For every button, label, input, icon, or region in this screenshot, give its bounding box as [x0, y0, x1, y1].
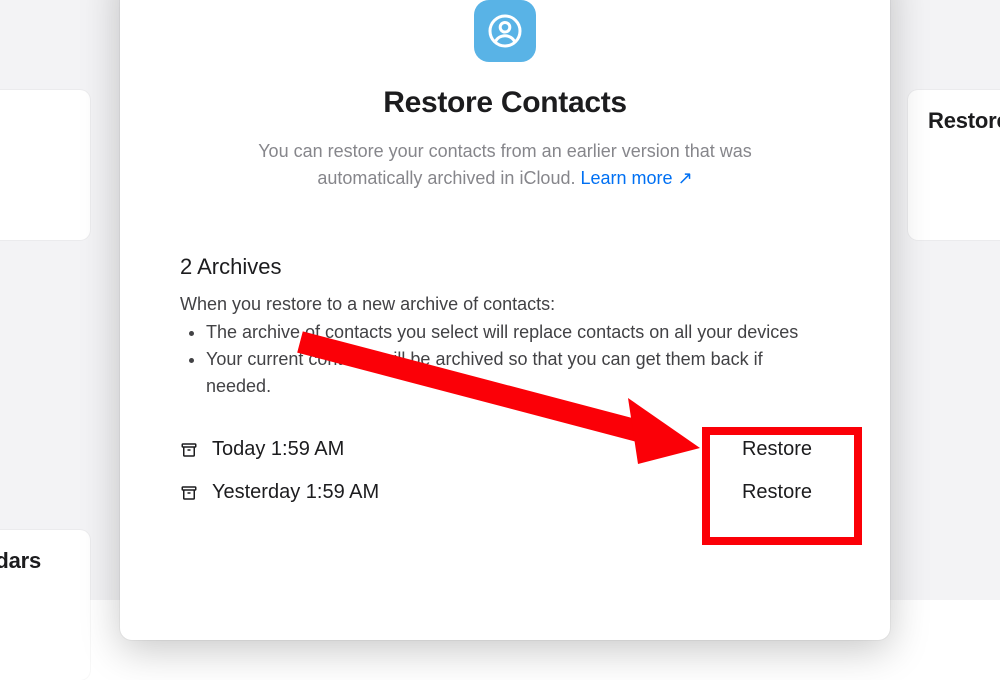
archive-timestamp: Yesterday 1:59 AM	[212, 481, 379, 504]
archives-notes-list: The archive of contacts you select will …	[180, 319, 830, 400]
modal-title: Restore Contacts	[176, 86, 834, 120]
archive-row: Today 1:59 AM Restore	[180, 428, 830, 471]
archives-heading: 2 Archives	[180, 254, 830, 280]
bg-card-files: Restore Files Files	[0, 90, 90, 240]
archive-box-icon	[180, 441, 198, 459]
bg-card-title: Restore Calendars	[0, 548, 70, 574]
bg-card-title: Restore Files	[0, 108, 70, 134]
restore-button[interactable]: Restore	[742, 438, 830, 461]
archive-row: Yesterday 1:59 AM Restore	[180, 471, 830, 514]
bg-card-sub: Files	[0, 140, 70, 155]
archives-intro: When you restore to a new archive of con…	[180, 294, 830, 315]
bg-card-sub: Archives	[0, 580, 70, 595]
restore-contacts-modal: Restore Contacts You can restore your co…	[120, 0, 890, 640]
bg-card-calendar: Restore Calendars Archives	[0, 530, 90, 680]
contacts-app-icon	[176, 0, 834, 62]
archive-timestamp: Today 1:59 AM	[212, 438, 344, 461]
restore-button[interactable]: Restore	[742, 481, 830, 504]
bg-card-title: Restore Contacts	[928, 108, 1000, 134]
archive-box-icon	[180, 484, 198, 502]
learn-more-link[interactable]: Learn more ↗	[580, 168, 692, 188]
person-circle-icon	[487, 13, 523, 49]
bg-card-contacts: Restore Contacts	[908, 90, 1000, 240]
archives-section: 2 Archives When you restore to a new arc…	[176, 254, 834, 514]
list-item: Your current contacts will be archived s…	[206, 346, 830, 400]
list-item: The archive of contacts you select will …	[206, 319, 830, 346]
external-link-icon: ↗	[678, 168, 693, 188]
modal-description: You can restore your contacts from an ea…	[235, 138, 775, 192]
